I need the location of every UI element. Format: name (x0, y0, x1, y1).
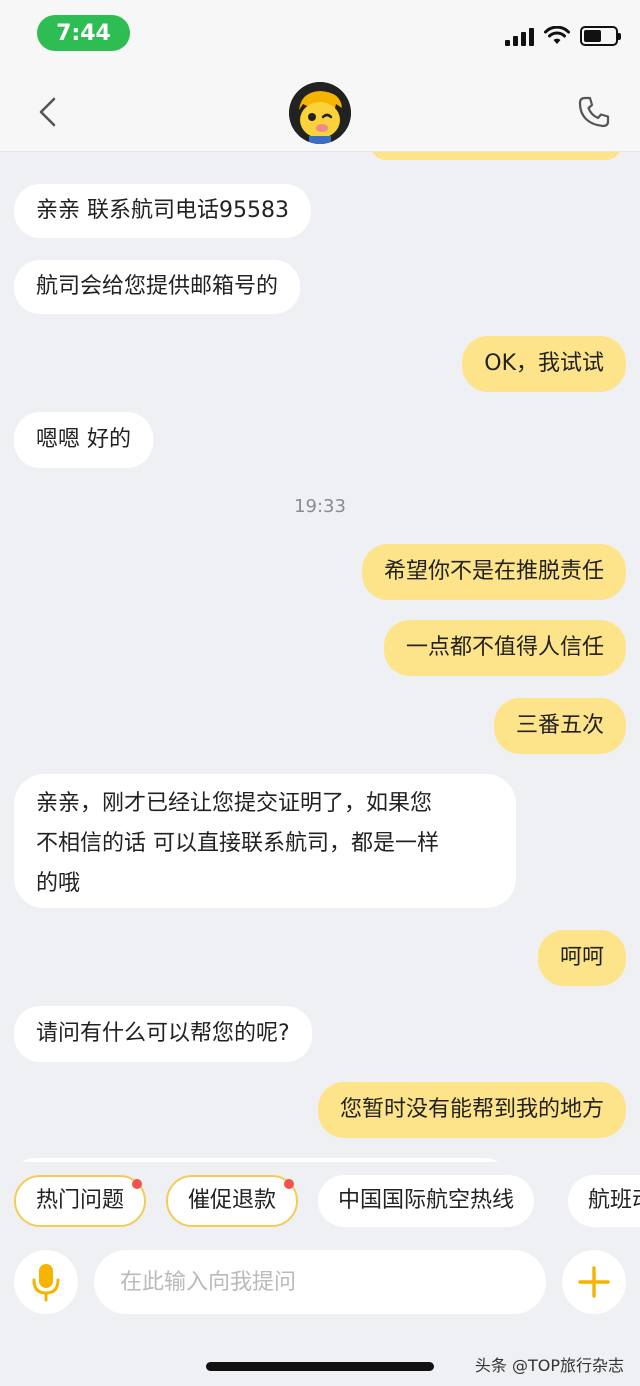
message-timestamp: 19:33 (294, 496, 346, 517)
quick-reply-bar[interactable]: 热门问题 催促退款 中国国际航空热线 航班动 (0, 1170, 640, 1232)
message-bubble-right: OK，我试试 (462, 336, 626, 392)
message-bubble-right: 一点都不值得人信任 (383, 620, 626, 676)
message-line: 不相信的话 可以直接联系航司，都是一样 (36, 831, 439, 856)
quick-reply-urge-refund[interactable]: 催促退款 (166, 1175, 299, 1227)
message-bubble-right: 希望你不是在推脱责任 (361, 544, 626, 600)
chevron-left-icon[interactable] (30, 94, 66, 130)
message-line: 亲亲，刚才已经让您提交证明了，如果您 (36, 791, 433, 816)
chat-header (0, 72, 640, 152)
quick-reply-hot-questions[interactable]: 热门问题 (14, 1175, 147, 1227)
question-input[interactable] (94, 1250, 546, 1314)
message-bubble-right-partial (370, 152, 622, 160)
status-time: 7:44 (37, 15, 130, 51)
message-line: 的哦 (36, 871, 81, 896)
message-bubble-left-partial (14, 1158, 506, 1162)
home-indicator[interactable] (206, 1362, 434, 1371)
quick-reply-label: 中国国际航空热线 (338, 1188, 515, 1213)
mascot-avatar-icon (289, 82, 351, 144)
input-area: 头条 @TOP旅行杂志 (0, 1240, 640, 1386)
message-bubble-left: 嗯嗯 好的 (14, 412, 153, 468)
quick-reply-air-china-hotline[interactable]: 中国国际航空热线 (318, 1175, 535, 1227)
watermark: 头条 @TOP旅行杂志 (474, 1356, 624, 1375)
notification-dot (284, 1179, 295, 1189)
message-bubble-left-multiline: 亲亲，刚才已经让您提交证明了，如果您 不相信的话 可以直接联系航司，都是一样 的… (14, 774, 516, 908)
plus-button[interactable] (562, 1250, 626, 1314)
microphone-icon (32, 1264, 60, 1302)
status-icons (505, 26, 621, 46)
quick-reply-label: 航班动 (588, 1188, 640, 1213)
message-bubble-right: 您暂时没有能帮到我的地方 (317, 1082, 626, 1138)
quick-reply-flight-status[interactable]: 航班动 (568, 1175, 640, 1227)
message-bubble-right: 三番五次 (493, 698, 626, 754)
status-bar: 7:44 (0, 0, 640, 72)
quick-reply-label: 催促退款 (188, 1188, 277, 1213)
plus-icon (578, 1266, 610, 1298)
wifi-icon (544, 26, 570, 44)
phone-icon[interactable] (576, 94, 612, 130)
message-bubble-left: 航司会给您提供邮箱号的 (14, 260, 301, 314)
message-bubble-left: 亲亲 联系航司电话95583 (14, 184, 311, 238)
cellular-signal-icon (505, 28, 534, 46)
message-bubble-left: 请问有什么可以帮您的呢? (14, 1006, 312, 1062)
mascot-avatar[interactable] (289, 82, 351, 144)
microphone-button[interactable] (14, 1250, 78, 1314)
chat-message-list[interactable]: 亲亲 联系航司电话95583 航司会给您提供邮箱号的 OK，我试试 嗯嗯 好的 … (0, 152, 640, 1162)
notification-dot (132, 1179, 143, 1189)
message-bubble-right: 呵呵 (537, 930, 626, 986)
battery-icon (580, 26, 621, 46)
quick-reply-label: 热门问题 (36, 1188, 125, 1213)
